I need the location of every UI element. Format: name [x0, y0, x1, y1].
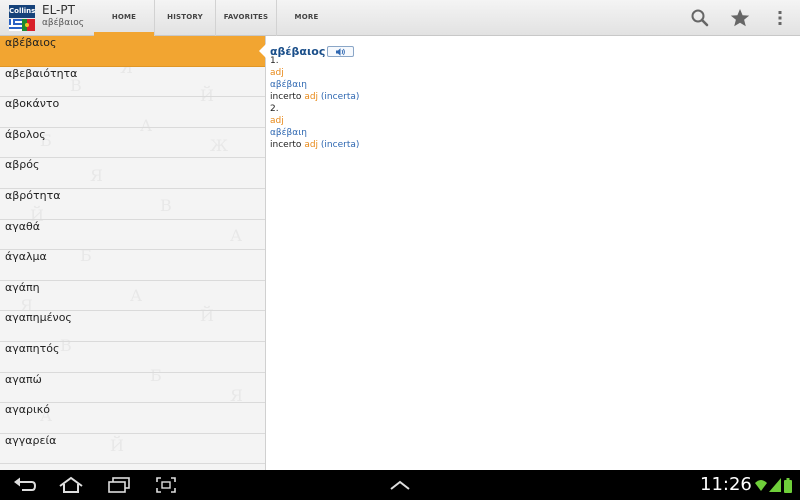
- word-list-item[interactable]: αγαπημένος: [0, 311, 265, 342]
- word-list-item[interactable]: αβεβαιότητα: [0, 67, 265, 98]
- recent-apps-icon[interactable]: [106, 476, 132, 494]
- word-list-item[interactable]: αβρός: [0, 158, 265, 189]
- screenshot-icon[interactable]: [153, 476, 179, 494]
- signal-icon: [769, 478, 781, 492]
- status-clock: 11:26: [700, 474, 752, 495]
- translation-line: incerto adj (incerta): [270, 91, 796, 103]
- word-list-item[interactable]: αγγαρεία: [0, 434, 265, 465]
- tab-history[interactable]: HISTORY: [154, 0, 215, 36]
- portuguese-flag-icon: [22, 19, 35, 31]
- word-list-item[interactable]: αγαρικό: [0, 403, 265, 434]
- battery-icon: [784, 478, 792, 493]
- logo-text: Collins: [9, 5, 35, 18]
- back-icon[interactable]: [12, 476, 38, 494]
- home-icon[interactable]: [58, 476, 84, 494]
- word-list-item[interactable]: αγαπητός: [0, 342, 265, 373]
- part-of-speech: adj: [270, 68, 284, 78]
- word-list[interactable]: ΑΒЯЙ БАЖЯ ЙВАБ ЯАЙВ БЯАЙ αβέβαιος αβεβαι…: [0, 36, 266, 470]
- translation-pos: adj: [304, 140, 319, 150]
- sense-number: 2.: [270, 104, 279, 114]
- search-icon[interactable]: [689, 7, 711, 29]
- system-navigation-bar: 11:26: [0, 470, 800, 500]
- app-window: Collins EL-PT αβέβαιος HOME HISTORY FAVO…: [0, 0, 800, 500]
- wifi-icon: [755, 480, 767, 491]
- speaker-icon: [336, 48, 346, 56]
- translation-word: incerto: [270, 140, 302, 150]
- part-of-speech: adj: [270, 116, 284, 126]
- collins-logo[interactable]: Collins: [9, 5, 35, 31]
- greek-form[interactable]: αβέβαιη: [270, 127, 796, 139]
- word-list-item[interactable]: αβέβαιος: [0, 36, 265, 67]
- translation-line: incerto adj (incerta): [270, 139, 796, 151]
- word-list-item[interactable]: αβρότητα: [0, 189, 265, 220]
- word-list-item[interactable]: άγαλμα: [0, 250, 265, 281]
- tab-more[interactable]: MORE: [276, 0, 336, 36]
- translation-feminine[interactable]: (incerta): [321, 140, 359, 150]
- action-bar: Collins EL-PT αβέβαιος HOME HISTORY FAVO…: [0, 0, 800, 36]
- pronunciation-button[interactable]: [327, 46, 355, 57]
- tab-favorites[interactable]: FAVORITES: [215, 0, 276, 36]
- translation-feminine[interactable]: (incerta): [321, 92, 359, 102]
- star-icon[interactable]: [729, 7, 751, 29]
- word-list-item[interactable]: αγαθά: [0, 220, 265, 251]
- dictionary-entry: αβέβαιος 1. adj αβέβαιη incerto adj (inc…: [266, 36, 800, 470]
- word-list-item[interactable]: αγάπη: [0, 281, 265, 312]
- word-list-item[interactable]: αβοκάντο: [0, 97, 265, 128]
- greek-form[interactable]: αβέβαιη: [270, 79, 796, 91]
- chevron-up-icon[interactable]: [387, 476, 413, 494]
- translation-pos: adj: [304, 92, 319, 102]
- translation-word: incerto: [270, 92, 302, 102]
- overflow-menu-icon[interactable]: [769, 7, 791, 29]
- current-word-subtitle: αβέβαιος: [42, 18, 85, 28]
- greek-flag-icon: [9, 19, 22, 31]
- tab-home[interactable]: HOME: [94, 0, 154, 36]
- word-list-item[interactable]: άβολος: [0, 128, 265, 159]
- word-list-item[interactable]: αγαπώ: [0, 373, 265, 404]
- dictionary-title: EL-PT: [42, 3, 75, 17]
